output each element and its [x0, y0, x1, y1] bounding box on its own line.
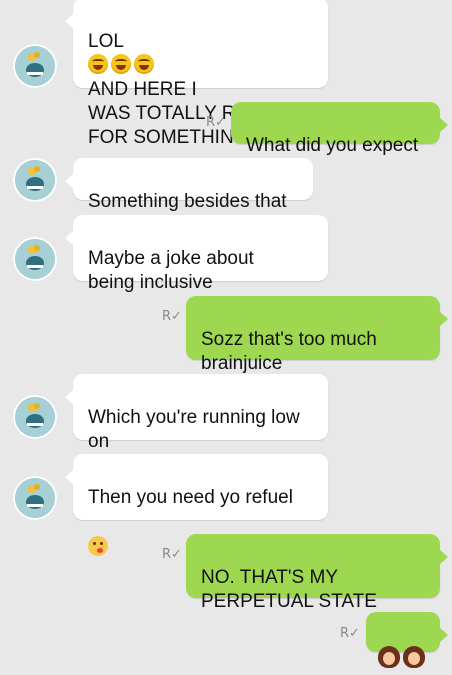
contact-avatar[interactable]	[13, 237, 57, 281]
read-receipt-icon: R✓	[162, 309, 182, 324]
message-text: Maybe a joke about being inclusive	[88, 248, 254, 293]
grinning-sweat-emoji-icon	[111, 54, 131, 74]
message-bubble-outgoing[interactable]: NO. THAT'S MY PERPETUAL STATE	[186, 534, 448, 612]
message-bubble-outgoing[interactable]: Sozz that's too much brainjuice	[186, 296, 448, 374]
avatar-image	[15, 397, 55, 437]
contact-avatar[interactable]	[13, 158, 57, 202]
message-text: Then you need yo refuel	[88, 487, 293, 508]
message-bubble-incoming[interactable]: LOL AND HERE I WAS TOTALLY READY FOR SOM…	[65, 0, 328, 148]
message-bubble-incoming[interactable]: Maybe a joke about being inclusive	[65, 215, 328, 293]
message-text: NO. THAT'S MY PERPETUAL STATE	[201, 567, 377, 612]
girls-emoji-icon	[378, 646, 425, 668]
message-text: Which you're running low on	[88, 407, 300, 452]
avatar-image	[15, 239, 55, 279]
message-text: Sozz that's too much brainjuice	[201, 329, 377, 374]
message-text: What did you expect	[246, 135, 419, 156]
message-bubble-outgoing[interactable]: What did you expect	[231, 102, 448, 156]
contact-avatar[interactable]	[13, 476, 57, 520]
read-receipt-icon: R✓	[340, 626, 360, 641]
girl-face-icon	[378, 646, 400, 668]
avatar-image	[15, 478, 55, 518]
message-bubble-incoming[interactable]: Which you're running low on	[65, 374, 328, 452]
grinning-sweat-emoji-icon	[88, 54, 108, 74]
message-text: Something besides that	[88, 191, 287, 212]
girl-face-icon	[403, 646, 425, 668]
avatar-image	[15, 160, 55, 200]
message-bubble-incoming[interactable]: Something besides that	[65, 158, 313, 212]
kiss-emoji-icon	[88, 536, 108, 556]
read-receipt-icon: R✓	[206, 115, 226, 130]
contact-avatar[interactable]	[13, 395, 57, 439]
contact-avatar[interactable]	[13, 44, 57, 88]
message-bubble-incoming[interactable]: Then you need yo refuel	[65, 454, 328, 556]
read-receipt-icon: R✓	[162, 547, 182, 562]
grinning-sweat-emoji-icon	[134, 54, 154, 74]
message-bubble-outgoing[interactable]	[366, 612, 448, 668]
avatar-image	[15, 46, 55, 86]
message-text: LOL	[88, 31, 124, 52]
chat-thread[interactable]: LOL AND HERE I WAS TOTALLY READY FOR SOM…	[0, 0, 452, 668]
